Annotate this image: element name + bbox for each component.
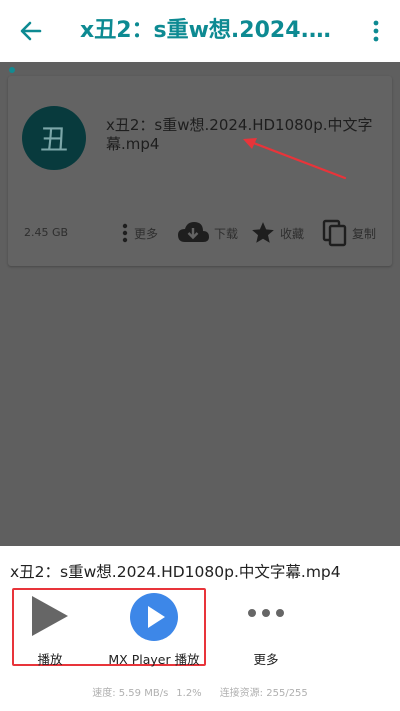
more-action-label: 更多 <box>134 226 159 241</box>
play-button[interactable]: 播放 <box>0 592 100 667</box>
more-vertical-icon <box>122 223 128 243</box>
copy-action-label: 复制 <box>352 226 377 241</box>
overflow-menu-button[interactable] <box>364 17 388 45</box>
page-title: x丑2：s重w想.2024.… <box>80 18 331 43</box>
status-bar: 速度: 5.59 MB/s 1.2% 连接资源: 255/255 <box>0 684 400 699</box>
more-action[interactable]: 更多 <box>120 218 158 248</box>
arrow-left-icon <box>20 21 42 41</box>
cloud-download-icon <box>178 222 209 242</box>
star-icon <box>252 222 274 243</box>
mx-player-label: MX Player 播放 <box>108 652 200 667</box>
connected-sources: 连接资源: 255/255 <box>219 688 308 699</box>
annotation-arrow <box>243 138 347 180</box>
avatar: 丑 <box>22 106 86 170</box>
download-percent: 1.2% <box>176 688 202 699</box>
card-footer: 2.45 GB 更多 下载 收藏 复制 <box>8 216 392 252</box>
sheet-file-name: x丑2：s重w想.2024.HD1080p.中文字幕.mp4 <box>10 563 341 581</box>
more-vertical-icon <box>373 20 379 42</box>
app-bar: x丑2：s重w想.2024.… <box>0 0 400 62</box>
more-options-label: 更多 <box>253 652 279 667</box>
play-label: 播放 <box>37 652 63 667</box>
download-action[interactable]: 下载 <box>176 218 238 248</box>
file-card[interactable]: 丑 x丑2：s重w想.2024.HD1080p.中文字幕.mp4 2.45 GB… <box>8 76 392 266</box>
mx-player-icon <box>130 593 178 641</box>
favorite-action[interactable]: 收藏 <box>250 218 304 248</box>
download-speed: 速度: 5.59 MB/s <box>92 688 169 699</box>
mx-player-button[interactable]: MX Player 播放 <box>104 592 204 667</box>
more-options-button[interactable]: 更多 <box>216 592 316 667</box>
copy-action[interactable]: 复制 <box>322 218 376 248</box>
bottom-sheet: x丑2：s重w想.2024.HD1080p.中文字幕.mp4 播放 MX Pla… <box>0 546 400 711</box>
back-button[interactable] <box>16 16 46 46</box>
more-horizontal-icon <box>248 609 284 617</box>
play-icon <box>32 596 68 636</box>
copy-icon <box>322 219 347 247</box>
file-size: 2.45 GB <box>24 226 69 239</box>
download-action-label: 下载 <box>214 226 239 241</box>
indicator-dot <box>9 67 15 73</box>
favorite-action-label: 收藏 <box>280 226 305 241</box>
